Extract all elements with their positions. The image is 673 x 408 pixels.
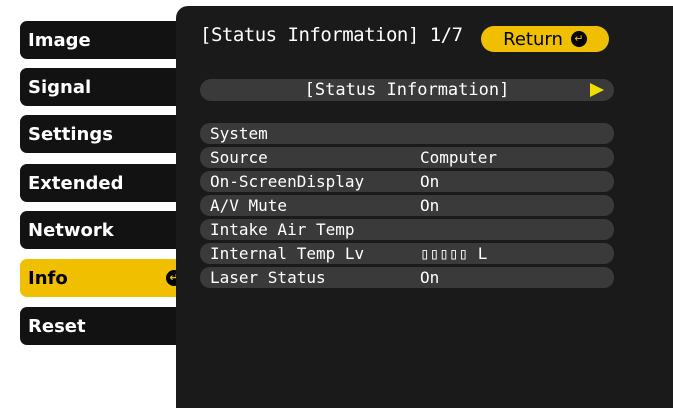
list-item: Internal Temp Lv ▯▯▯▯▯ L <box>200 243 614 264</box>
row-key: System <box>210 124 268 143</box>
list-item: Laser Status On <box>200 267 614 288</box>
list-item: Source Computer <box>200 147 614 168</box>
tab-label: Image <box>28 29 91 51</box>
tab-network[interactable]: Network <box>20 211 184 249</box>
row-key: A/V Mute <box>210 196 288 215</box>
row-key: On-ScreenDisplay <box>210 172 365 191</box>
status-information-selector[interactable]: [Status Information] <box>200 79 614 101</box>
info-panel: [Status Information] 1/7 Return ↵ [Statu… <box>176 6 673 408</box>
list-item: Intake Air Temp <box>200 219 614 240</box>
tab-label: Settings <box>28 123 113 145</box>
enter-icon: ↵ <box>570 31 587 47</box>
list-item: On-ScreenDisplay On <box>200 171 614 192</box>
return-label: Return <box>503 28 563 50</box>
status-selector-label: [Status Information] <box>304 80 510 100</box>
row-key: Internal Temp Lv <box>210 244 365 263</box>
row-key: Source <box>210 148 268 167</box>
tab-label: Extended <box>28 172 124 194</box>
tab-label: Reset <box>28 315 86 337</box>
row-key: Intake Air Temp <box>210 220 355 239</box>
return-button[interactable]: Return ↵ <box>481 26 609 52</box>
menu-sidebar: Image Signal Settings Extended Network I… <box>0 0 190 408</box>
tab-info[interactable]: Info ↵ <box>20 259 188 297</box>
row-value: Computer <box>420 148 498 167</box>
tab-label: Network <box>28 219 114 241</box>
tab-extended[interactable]: Extended <box>20 164 184 202</box>
list-item: A/V Mute On <box>200 195 614 216</box>
tab-image[interactable]: Image <box>20 21 184 59</box>
row-value: ▯▯▯▯▯ L <box>420 244 488 263</box>
tab-label: Info <box>28 267 68 289</box>
page-title: [Status Information] 1/7 <box>200 24 463 46</box>
tab-settings[interactable]: Settings <box>20 115 184 153</box>
tab-label: Signal <box>28 76 92 98</box>
row-value: On <box>420 268 440 287</box>
row-key: Laser Status <box>210 268 326 287</box>
row-value: On <box>420 172 440 191</box>
status-list: System Source Computer On-ScreenDisplay … <box>200 123 614 291</box>
tab-signal[interactable]: Signal <box>20 68 184 106</box>
tab-reset[interactable]: Reset <box>20 307 184 345</box>
triangle-right-icon[interactable] <box>590 83 604 97</box>
row-value: On <box>420 196 440 215</box>
list-item: System <box>200 123 614 144</box>
